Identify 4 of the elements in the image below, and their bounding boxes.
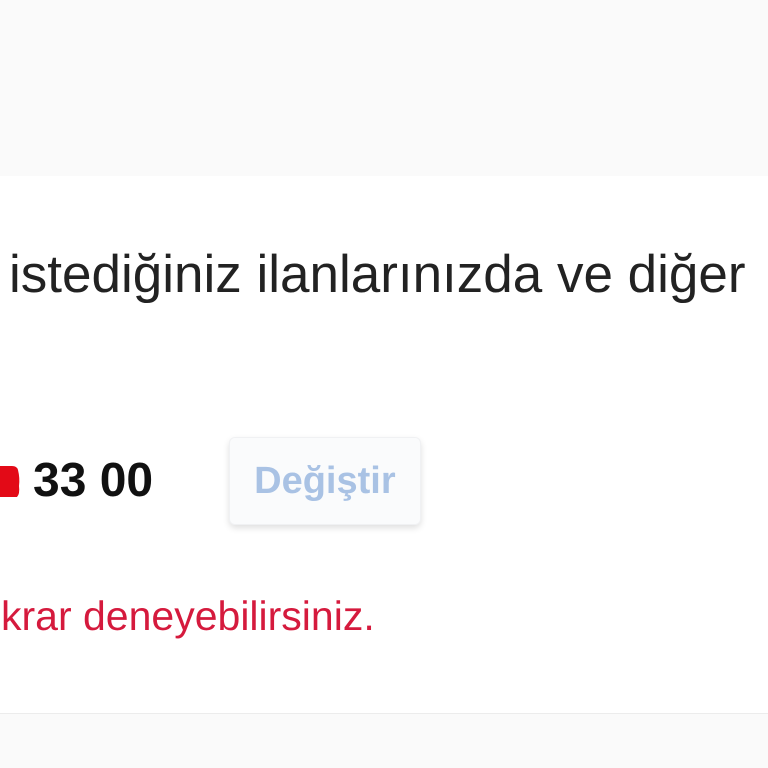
phone-number: 33 00 bbox=[33, 457, 154, 505]
error-message: krar deneyebilirsiniz. bbox=[1, 592, 375, 640]
description-text: istediğiniz ilanlarınızda ve diğer bbox=[9, 244, 746, 305]
flag-icon bbox=[0, 464, 20, 498]
